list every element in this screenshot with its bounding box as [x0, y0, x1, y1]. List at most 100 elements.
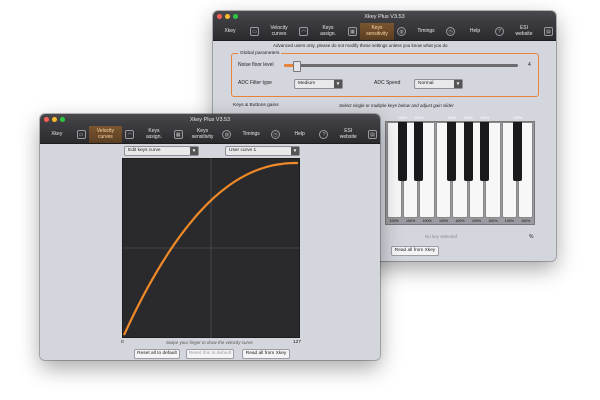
tab-keys-assign[interactable]: Keys assign.: [311, 23, 345, 40]
tab-label: Velocity curves: [96, 128, 114, 140]
minimize-button[interactable]: [225, 14, 230, 19]
tab-label: Timings: [417, 27, 435, 34]
key-gain-label: 100%: [512, 116, 523, 120]
warning-text: Advanced users only, please do not modif…: [273, 43, 448, 48]
tab-keys-sensitivity[interactable]: Keys sensitivity: [360, 23, 394, 40]
piano-keyboard: 100% 100% 100% 100% 100% 100% 100% 100% 100% 100%…: [385, 116, 535, 225]
clock-icon[interactable]: ◷: [446, 27, 455, 36]
tab-xkey[interactable]: Xkey: [40, 126, 74, 143]
curve-icon[interactable]: ◠: [125, 130, 135, 139]
key-gain-label: 100%: [471, 219, 482, 223]
tab-velocity-curves[interactable]: Velocity curves: [262, 23, 296, 40]
window-title: Xkey Plus V3.53: [364, 14, 405, 20]
tab-velocity-curves[interactable]: Velocity curves: [88, 126, 123, 143]
adc-speed-label: ADC Speed: [374, 80, 401, 86]
tab-label: ESI website: [339, 128, 357, 140]
keyboard-icon[interactable]: ▭: [76, 130, 86, 139]
tab-esi-website[interactable]: ESI website: [331, 126, 365, 143]
key-gain-label: 100%: [488, 219, 498, 223]
key-gain-label: 100%: [447, 116, 457, 120]
noise-floor-label: Noise floor level: [238, 62, 274, 68]
key-gain-label: 100%: [463, 116, 473, 120]
chevron-down-icon: ▼: [190, 147, 198, 155]
close-button[interactable]: [217, 14, 222, 19]
front-window-titlebar: Xkey Plus V3.53: [40, 114, 380, 126]
key-gain-label: 100%: [521, 219, 531, 223]
global-parameters-panel: Global parameters Noise floor level 4 AD…: [231, 51, 539, 97]
keyboard-icon[interactable]: ▭: [250, 27, 259, 36]
tab-label: Help: [294, 130, 305, 137]
reset-all-button[interactable]: Reset all to default: [134, 349, 180, 359]
tab-timings[interactable]: Timings: [234, 126, 268, 143]
velocity-curve-plot[interactable]: [122, 158, 300, 338]
tab-label: Timings: [242, 130, 260, 137]
tab-keys-sensitivity[interactable]: Keys sensitivity: [186, 126, 220, 143]
curve-select-value: User curve 1: [229, 148, 257, 153]
global-parameters-title: Global parameters: [238, 51, 282, 56]
key-gain-label: 100%: [422, 219, 432, 223]
tab-help[interactable]: Help: [283, 126, 317, 143]
curve-select-dropdown[interactable]: User curve 1 ▼: [225, 146, 300, 156]
adc-filter-dropdown[interactable]: Medium ▼: [294, 79, 343, 89]
keys-icon[interactable]: ▦: [173, 130, 183, 139]
back-toolbar: Xkey ▭ Velocity curves ◠ Keys assign. ▦ Keys s…: [213, 23, 556, 41]
web-icon[interactable]: ▤: [368, 130, 378, 139]
tab-keys-assign[interactable]: Keys assign.: [137, 126, 171, 143]
web-icon[interactable]: ▤: [544, 27, 553, 36]
key-gain-label: 100%: [397, 116, 408, 120]
help-icon[interactable]: ?: [319, 130, 329, 139]
key-gain-label: 100%: [438, 219, 449, 223]
tab-esi-website[interactable]: ESI website: [507, 23, 541, 40]
chevron-down-icon: ▼: [334, 80, 342, 88]
black-key[interactable]: [414, 122, 424, 182]
noise-floor-slider[interactable]: [284, 61, 518, 72]
tab-label: ESI website: [515, 25, 533, 37]
slider-thumb[interactable]: [293, 61, 302, 72]
tab-label: Xkey: [51, 130, 63, 137]
curve-icon[interactable]: ◠: [299, 27, 308, 36]
adc-speed-value: Normal: [418, 81, 434, 86]
key-gain-label: 100%: [406, 219, 416, 223]
read-all-from-xkey-button[interactable]: Read all from Xkey: [242, 349, 290, 359]
black-key[interactable]: [463, 122, 473, 182]
zoom-button[interactable]: [233, 14, 238, 19]
curve-mode-value: Edit keys curve: [128, 148, 161, 153]
chevron-down-icon: ▼: [454, 80, 462, 88]
tab-label: Velocity curves: [270, 25, 288, 37]
tab-label: Keys sensitivity: [191, 128, 214, 140]
black-key[interactable]: [513, 122, 523, 182]
front-window: Xkey Plus V3.53 Xkey ▭ Velocity curves ◠ Key…: [40, 114, 380, 360]
curve-mode-dropdown[interactable]: Edit keys curve ▼: [124, 146, 199, 156]
black-key[interactable]: [447, 122, 457, 182]
keys-gains-hint: Select single or multiple keys below and…: [339, 103, 454, 108]
noise-floor-value: 4: [528, 62, 531, 68]
minimize-button[interactable]: [52, 117, 57, 122]
black-key[interactable]: [480, 122, 490, 182]
close-button[interactable]: [44, 117, 49, 122]
zoom-button[interactable]: [60, 117, 65, 122]
clock-icon[interactable]: ◷: [270, 130, 280, 139]
help-icon[interactable]: ?: [495, 27, 504, 36]
axis-min-label: 0: [121, 340, 124, 345]
back-window-titlebar: Xkey Plus V3.53: [213, 11, 556, 23]
reset-this-button[interactable]: Reset this to default: [186, 349, 234, 359]
key-gain-label: 100%: [480, 116, 490, 120]
black-key[interactable]: [397, 122, 407, 182]
keys-icon[interactable]: ▦: [348, 27, 357, 36]
front-content: Edit keys curve ▼ User curve 1 ▼ 0 127 S…: [40, 144, 380, 360]
key-gain-label: 100%: [389, 219, 399, 223]
tab-timings[interactable]: Timings: [409, 23, 443, 40]
key-gain-label: 100%: [504, 219, 514, 223]
adc-filter-label: ADC Filter type: [238, 80, 272, 86]
percent-sign: %: [529, 234, 534, 240]
sensitivity-icon[interactable]: ◍: [222, 130, 232, 139]
adc-filter-value: Medium: [298, 81, 316, 86]
key-gain-label: 100%: [455, 219, 465, 223]
read-all-button[interactable]: Read all from Xkey: [391, 246, 439, 256]
sensitivity-icon[interactable]: ◍: [397, 27, 406, 36]
adc-speed-dropdown[interactable]: Normal ▼: [414, 79, 463, 89]
tab-help[interactable]: Help: [458, 23, 492, 40]
tab-label: Keys sensitivity: [366, 25, 388, 37]
tab-label: Keys assign.: [320, 25, 336, 37]
tab-xkey[interactable]: Xkey: [213, 23, 247, 40]
